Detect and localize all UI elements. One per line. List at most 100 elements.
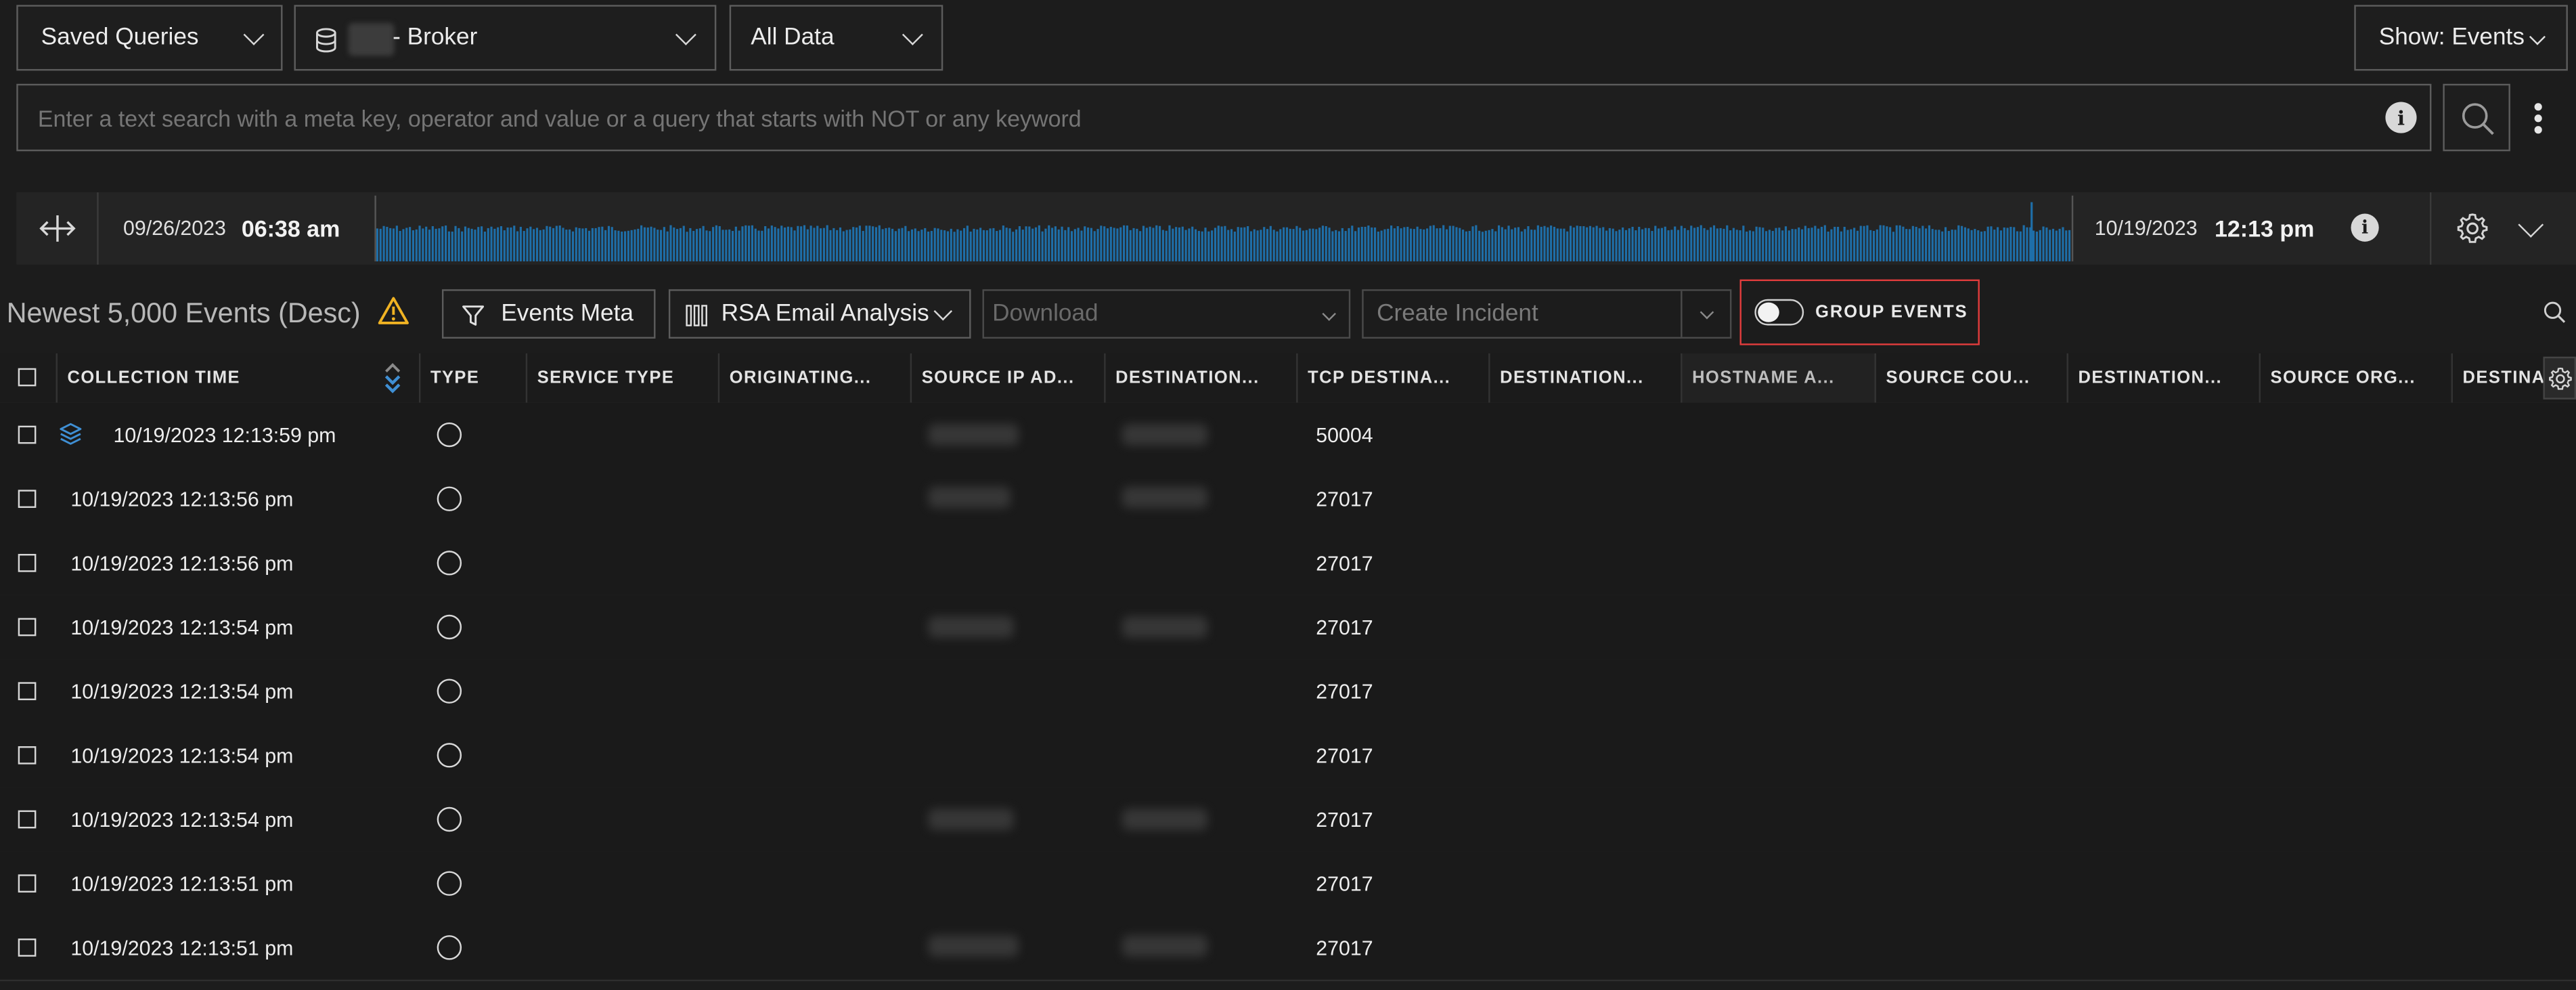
events-count-title: Newest 5,000 Events (Desc) [6, 297, 361, 329]
table-row[interactable]: 10/19/2023 12:13:54 pm 27017 [0, 787, 2576, 853]
row-checkbox[interactable] [18, 425, 37, 444]
column-header-source-org[interactable]: SOURCE ORG... [2261, 353, 2453, 403]
data-range-dropdown[interactable]: All Data [729, 5, 943, 71]
network-event-icon [437, 679, 462, 704]
service-dropdown[interactable]: - Broker [294, 5, 717, 71]
column-label: DESTINATION... [1500, 368, 1644, 388]
table-row[interactable]: 10/19/2023 12:13:54 pm 27017 [0, 723, 2576, 790]
chevron-down-icon [2529, 28, 2546, 45]
group-events-label: GROUP EVENTS [1815, 302, 1968, 322]
table-row[interactable]: 10/19/2023 12:13:56 pm 27017 [0, 531, 2576, 597]
expand-range-button[interactable] [16, 192, 99, 265]
event-histogram[interactable] [374, 195, 2074, 261]
select-all-checkbox[interactable] [18, 368, 37, 387]
tcp-destination-port: 27017 [1316, 487, 1373, 511]
group-events-toggle[interactable] [1754, 299, 1804, 326]
show-events-dropdown[interactable]: Show: Events [2354, 5, 2568, 71]
column-header-source-ip[interactable]: SOURCE IP AD... [912, 353, 1106, 403]
query-search-bar[interactable]: i [16, 83, 2432, 152]
chevron-down-icon [1322, 307, 1336, 321]
column-header-service-type[interactable]: SERVICE TYPE [527, 353, 720, 403]
toggle-knob [1758, 302, 1779, 322]
divider [2429, 192, 2432, 265]
column-profile-dropdown[interactable]: RSA Email Analysis [668, 289, 971, 339]
column-label: TYPE [430, 368, 480, 388]
chevron-down-icon [933, 301, 953, 321]
collapse-chevron-icon[interactable] [2518, 212, 2544, 238]
row-checkbox[interactable] [18, 490, 37, 509]
redacted-destination-ip [1122, 486, 1208, 509]
horizontal-expand-icon [39, 215, 76, 242]
column-header-destination-ip[interactable]: DESTINATION... [1106, 353, 1298, 403]
network-event-icon [437, 806, 462, 832]
search-button[interactable] [2443, 83, 2510, 152]
table-row[interactable]: 10/19/2023 12:13:51 pm 27017 [0, 851, 2576, 918]
gear-icon [2549, 367, 2572, 390]
column-header-collection-time[interactable]: COLLECTION TIME [58, 353, 421, 403]
column-header-source-country[interactable]: SOURCE COU... [1876, 353, 2068, 403]
row-checkbox[interactable] [18, 938, 37, 957]
divider [1681, 290, 1683, 337]
timeline-bar: 09/26/2023 06:38 am 10/19/2023 12:13 pm … [16, 192, 2576, 265]
row-checkbox[interactable] [18, 810, 37, 829]
tcp-destination-port: 27017 [1316, 808, 1373, 832]
create-incident-dropdown[interactable]: Create Incident [1362, 289, 1732, 339]
collection-time: 10/19/2023 12:13:54 pm [70, 808, 294, 832]
tcp-destination-port: 27017 [1316, 936, 1373, 960]
search-icon [2462, 103, 2494, 135]
saved-queries-dropdown[interactable]: Saved Queries [16, 5, 283, 71]
gear-icon[interactable] [2456, 212, 2489, 245]
search-icon[interactable] [2543, 301, 2566, 324]
column-header-hostname[interactable]: HOSTNAME A... [1682, 353, 1876, 403]
table-row[interactable]: 10/19/2023 12:13:51 pm 27017 [0, 916, 2576, 982]
layers-icon[interactable] [59, 423, 82, 446]
timeline-info-icon[interactable]: i [2351, 213, 2379, 242]
network-event-icon [437, 935, 462, 960]
column-header-destination-3[interactable]: DESTINATION... [2068, 353, 2261, 403]
start-time[interactable]: 06:38 am [242, 192, 340, 265]
column-label: SOURCE ORG... [2270, 368, 2416, 388]
redacted-source-ip [928, 616, 1014, 638]
collection-time: 10/19/2023 12:13:56 pm [70, 487, 294, 511]
network-event-icon [437, 486, 462, 511]
collection-time: 10/19/2023 12:13:51 pm [70, 871, 294, 895]
download-dropdown[interactable]: Download [982, 289, 1351, 339]
query-input[interactable] [18, 85, 2351, 150]
column-label: SERVICE TYPE [537, 368, 675, 388]
filter-icon [462, 305, 485, 326]
events-meta-button[interactable]: Events Meta [441, 289, 656, 339]
end-time[interactable]: 12:13 pm [2215, 192, 2314, 265]
column-header-originating[interactable]: ORIGINATING... [719, 353, 912, 403]
column-settings-button[interactable] [2543, 356, 2576, 400]
data-range-label: All Data [751, 24, 835, 51]
row-checkbox[interactable] [18, 874, 37, 893]
collection-time: 10/19/2023 12:13:54 pm [70, 616, 294, 639]
row-checkbox[interactable] [18, 746, 37, 765]
table-row[interactable]: 10/19/2023 12:13:56 pm 27017 [0, 467, 2576, 533]
column-header-type[interactable]: TYPE [420, 353, 528, 403]
sort-desc-icon[interactable] [383, 362, 403, 395]
column-profile-label: RSA Email Analysis [721, 301, 929, 328]
table-row[interactable]: 10/19/2023 12:13:54 pm 27017 [0, 659, 2576, 725]
redacted-destination-ip [1122, 424, 1208, 446]
query-info-icon[interactable]: i [2385, 102, 2417, 133]
column-header-tcp-destination[interactable]: TCP DESTINA... [1298, 353, 1490, 403]
table-row[interactable]: 10/19/2023 12:13:59 pm 50004 [0, 402, 2576, 469]
row-checkbox[interactable] [18, 554, 37, 572]
end-date[interactable]: 10/19/2023 [2095, 192, 2198, 265]
row-checkbox[interactable] [18, 682, 37, 701]
redacted-destination-ip [1122, 616, 1208, 638]
column-label: HOSTNAME A... [1692, 368, 1835, 388]
column-label: SOURCE IP AD... [921, 368, 1075, 388]
table-row[interactable]: 10/19/2023 12:13:54 pm 27017 [0, 595, 2576, 661]
tcp-destination-port: 27017 [1316, 551, 1373, 575]
show-label: Show: Events [2378, 24, 2525, 51]
investigate-events-view: Saved Queries - Broker All Data Show: Ev… [0, 0, 2576, 990]
row-checkbox[interactable] [18, 618, 37, 637]
start-date[interactable]: 09/26/2023 [123, 192, 226, 265]
warning-icon[interactable] [378, 296, 409, 326]
redacted-destination-ip [1122, 935, 1208, 957]
column-header-destination-2[interactable]: DESTINATION... [1490, 353, 1683, 403]
select-all-cell [0, 353, 58, 403]
more-options-icon[interactable] [2527, 99, 2550, 138]
